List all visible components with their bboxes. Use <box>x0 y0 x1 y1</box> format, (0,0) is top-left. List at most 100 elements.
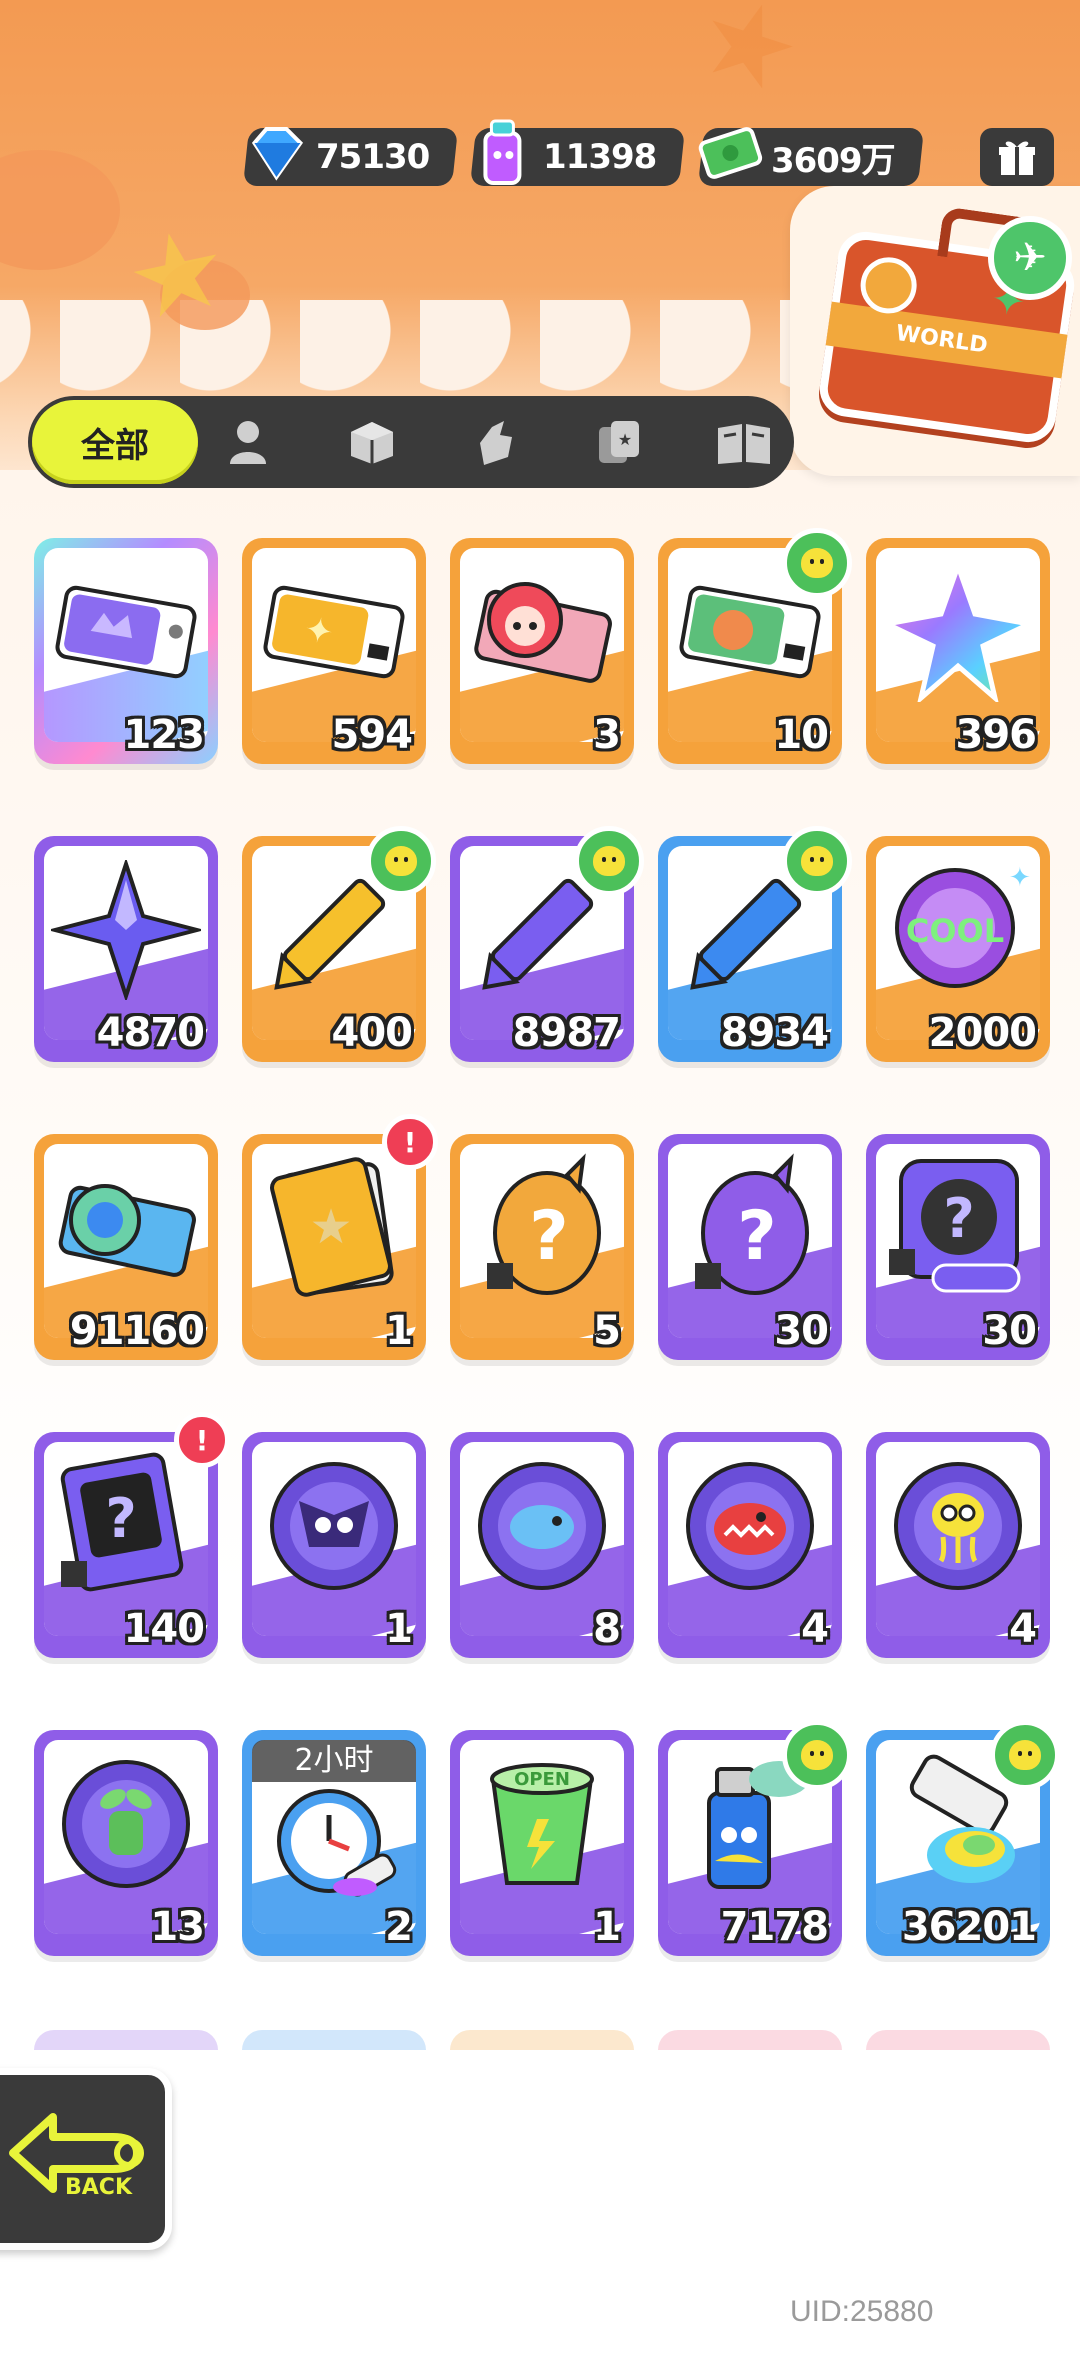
item-count: 594 <box>331 712 413 758</box>
tab-book[interactable] <box>698 396 790 488</box>
inventory-item[interactable]: 13 <box>34 1730 218 1956</box>
cool-coin-icon: COOL ✦ <box>880 860 1036 1000</box>
inventory-item[interactable]: 8934 <box>658 826 852 1062</box>
partial-item <box>866 2030 1050 2050</box>
svg-text:?: ? <box>737 1197 776 1276</box>
inventory-item[interactable]: 4 <box>866 1432 1050 1658</box>
timer-label: 2小时 <box>252 1740 416 1782</box>
deity-mystery-coin-icon: ? <box>880 1158 1036 1298</box>
box-icon <box>351 422 393 464</box>
diamond-currency[interactable]: 75130 <box>242 127 459 186</box>
uid-label: UID:25880 <box>790 2295 934 2328</box>
open-cup-icon: OPEN <box>464 1754 620 1894</box>
item-count: 13 <box>150 1904 205 1950</box>
shark-mpets-coin-icon <box>672 1456 828 1596</box>
tab-box[interactable] <box>326 396 418 488</box>
diamond-amount: 75130 <box>316 137 430 177</box>
inventory-item[interactable]: ✦ 594 <box>242 538 426 764</box>
purple-star-icon <box>48 860 204 1000</box>
paint-currency[interactable]: 11398 <box>470 119 686 186</box>
inventory-item[interactable]: ? 30 <box>866 1134 1050 1360</box>
new-chick-badge-icon <box>574 826 644 896</box>
item-count: 4 <box>801 1606 829 1652</box>
item-count: 8 <box>593 1606 621 1652</box>
inventory-item[interactable]: ? 30 <box>658 1134 842 1360</box>
jelly-mpets-coin-icon <box>880 1456 1036 1596</box>
svg-text:OPEN: OPEN <box>514 1769 570 1790</box>
item-count: 396 <box>955 712 1037 758</box>
svg-text:COOL: COOL <box>906 912 1004 950</box>
svg-text:?: ? <box>943 1187 974 1250</box>
item-count: 8987 <box>512 1010 621 1056</box>
item-count: 30 <box>774 1308 829 1354</box>
plant-mpets-coin-icon <box>48 1754 204 1894</box>
bat-mpets-coin-icon <box>256 1456 412 1596</box>
paint-amount: 11398 <box>543 137 657 177</box>
item-count: 2 <box>385 1904 413 1950</box>
inventory-item[interactable]: 7178 <box>658 1720 852 1956</box>
airplane-icon: ✈ <box>988 216 1072 300</box>
inventory-item[interactable]: ? ! 140 <box>34 1412 230 1658</box>
svg-text:★: ★ <box>309 1199 352 1255</box>
item-count: 91160 <box>69 1308 205 1354</box>
tab-all-label: 全部 <box>81 425 149 466</box>
tab-character[interactable] <box>202 396 294 488</box>
inventory-item[interactable]: 4870 <box>34 836 218 1062</box>
travel-card-mystery-icon: ? <box>48 1452 204 1596</box>
ticket-icon <box>48 562 204 702</box>
gift-icon <box>999 141 1035 175</box>
item-count: 140 <box>123 1606 205 1652</box>
inventory-item[interactable]: ★ ! 1 <box>242 1114 438 1360</box>
category-tab-bar: 全部 ★ <box>28 396 794 488</box>
item-count: 4870 <box>96 1010 205 1056</box>
tab-hand[interactable] <box>450 396 542 488</box>
hand-icon <box>480 421 512 465</box>
inventory-item[interactable]: 396 <box>866 538 1050 764</box>
cash-icon <box>695 114 767 192</box>
alert-badge-icon: ! <box>174 1412 230 1468</box>
inventory-item[interactable]: 400 <box>242 826 436 1062</box>
inventory-item[interactable]: 10 <box>658 528 852 764</box>
inventory-item[interactable]: 2小时 2 <box>242 1730 426 1956</box>
alert-badge-icon: ! <box>382 1114 438 1170</box>
tab-cards[interactable]: ★ <box>574 396 666 488</box>
inventory-item[interactable]: ? 5 <box>450 1134 634 1360</box>
new-chick-badge-icon <box>990 1720 1060 1790</box>
back-label: BACK <box>65 2175 132 2200</box>
fish-mpets-coin-icon <box>464 1456 620 1596</box>
book-icon <box>718 424 770 464</box>
person-icon <box>230 421 266 464</box>
tab-all[interactable]: 全部 <box>32 400 198 484</box>
new-chick-badge-icon <box>366 826 436 896</box>
item-count: 3 <box>593 712 621 758</box>
rainbow-star-icon <box>880 562 1036 702</box>
inventory-item[interactable]: COOL ✦ 2000 <box>866 836 1050 1062</box>
world-travel-button[interactable]: WORLD ✦ ✈ <box>790 186 1080 476</box>
svg-text:✦: ✦ <box>1009 863 1031 893</box>
cash-currency[interactable]: 3609万 <box>697 127 924 186</box>
inventory-item[interactable]: 123 <box>34 538 218 764</box>
item-count: 36201 <box>901 1904 1037 1950</box>
inventory-item[interactable]: 36201 <box>866 1720 1060 1956</box>
partial-item <box>658 2030 842 2050</box>
item-count: 1 <box>385 1308 413 1354</box>
inventory-item[interactable]: 4 <box>658 1432 842 1658</box>
back-button[interactable]: BACK <box>0 2068 172 2250</box>
item-count: 8934 <box>720 1010 829 1056</box>
paint-can-icon <box>468 114 540 192</box>
star-decoration-icon: ★ <box>115 201 239 347</box>
item-count: 7178 <box>720 1904 829 1950</box>
partial-item <box>450 2030 634 2050</box>
travel-card-icon: ★ <box>256 1157 412 1298</box>
new-chick-badge-icon <box>782 1720 852 1790</box>
inventory-item[interactable]: 8 <box>450 1432 634 1658</box>
inventory-item[interactable]: 8987 <box>450 826 644 1062</box>
inventory-item[interactable]: OPEN 1 <box>450 1730 634 1956</box>
gift-button[interactable] <box>980 128 1054 186</box>
purple-mystery-egg-icon: ? <box>672 1153 828 1298</box>
character-ticket-icon <box>464 562 620 702</box>
inventory-item[interactable]: 91160 <box>34 1134 218 1360</box>
inventory-item[interactable]: 1 <box>242 1432 426 1658</box>
inventory-item[interactable]: 3 <box>450 538 634 764</box>
item-count: 123 <box>123 712 205 758</box>
